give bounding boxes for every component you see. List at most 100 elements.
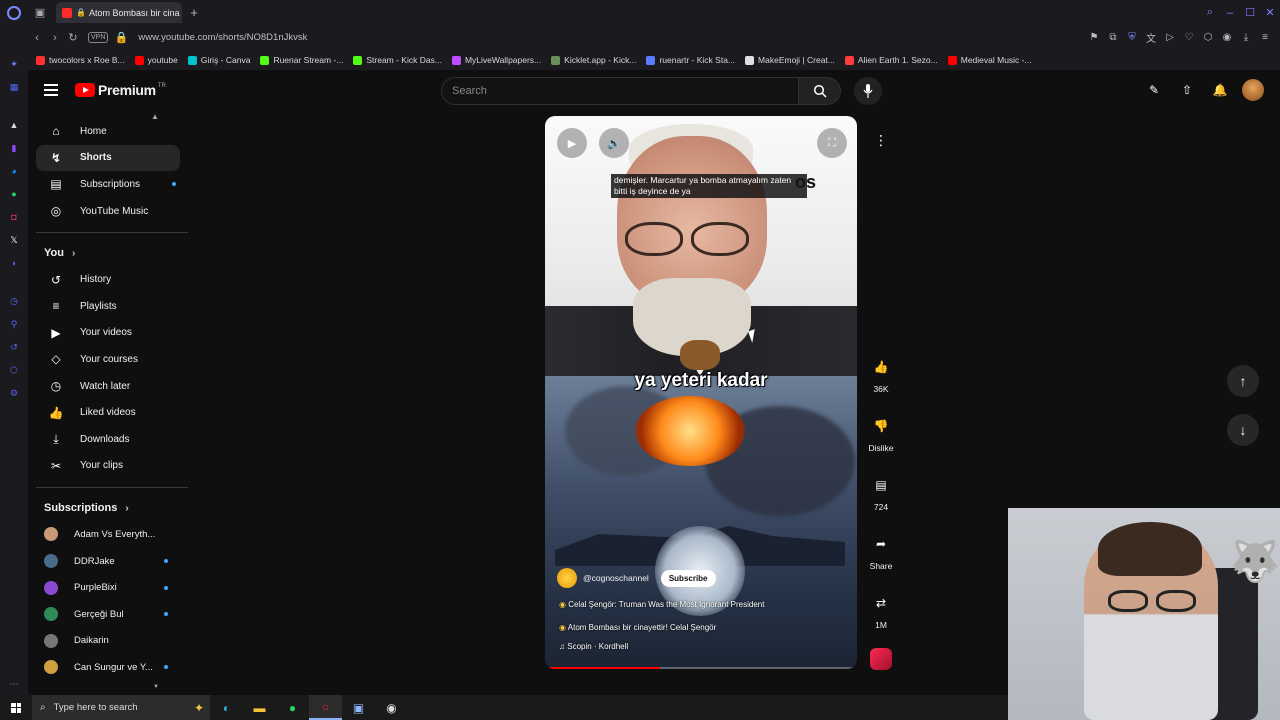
search-tabs-icon[interactable]: ⌕: [1200, 6, 1220, 19]
subscription-item[interactable]: Adam Vs Everyth...: [28, 521, 168, 548]
shield-icon[interactable]: ⛨: [1123, 32, 1141, 43]
edge-icon[interactable]: ◐: [210, 695, 243, 720]
search-input[interactable]: Search: [441, 77, 799, 105]
taskbar-search[interactable]: ⌕ Type here to search ✦: [32, 695, 210, 720]
remix-button[interactable]: ⇄ 1M: [866, 588, 896, 630]
share-button[interactable]: ➦ Share: [866, 529, 896, 571]
close-button[interactable]: ✕: [1260, 6, 1280, 19]
messenger-icon[interactable]: ◕: [7, 164, 21, 178]
forward-icon[interactable]: ›: [46, 32, 64, 44]
snapshot-icon[interactable]: ⧉: [1104, 32, 1122, 43]
sidebar-item-home[interactable]: ⌂ Home: [36, 118, 180, 145]
play-icon[interactable]: ▷: [1161, 32, 1179, 43]
vpn-badge[interactable]: VPN: [88, 32, 109, 43]
sidebar-item-youtube-music[interactable]: ◎ YouTube Music: [36, 198, 180, 225]
bookmark-item[interactable]: Medieval Music -...: [947, 55, 1032, 65]
search-button[interactable]: [799, 77, 841, 105]
maximize-button[interactable]: ☐: [1240, 6, 1260, 19]
bookmark-item[interactable]: MakeEmoji | Creat...: [745, 55, 835, 65]
sidebar-item-subscriptions[interactable]: ▤ Subscriptions: [36, 171, 180, 198]
upload-icon[interactable]: ⇧: [1176, 79, 1198, 101]
account-avatar[interactable]: [1242, 79, 1264, 101]
url-field[interactable]: www.youtube.com/shorts/NO8D1nJkvsk: [138, 32, 307, 43]
youtube-logo[interactable]: Premium TR: [75, 82, 166, 98]
twitch-icon[interactable]: ▮: [7, 141, 21, 155]
subscription-item[interactable]: DDRJake: [28, 548, 168, 575]
x-icon[interactable]: 𝕏: [7, 233, 21, 247]
file-explorer-icon[interactable]: ▬: [243, 695, 276, 720]
sidebar-item-history[interactable]: ↺ History: [36, 266, 180, 293]
bookmark-item[interactable]: MyLiveWallpapers...: [451, 55, 541, 65]
bookmark-item[interactable]: Stream - Kick Das...: [353, 55, 442, 65]
extensions-icon[interactable]: ⬡: [1199, 32, 1217, 43]
tab-active[interactable]: 🔒 Atom Bombası bir cina: [56, 2, 182, 23]
start-button[interactable]: [0, 695, 32, 720]
opera-logo-icon[interactable]: [0, 0, 28, 25]
obs-icon[interactable]: ◉: [375, 695, 408, 720]
shorts-player[interactable]: os demişler. Marcartur ya bomba atmayalı…: [545, 116, 857, 669]
bookmark-item[interactable]: Ruenar Stream -...: [260, 55, 343, 65]
subscription-item[interactable]: PurpleBixi: [28, 574, 168, 601]
reload-icon[interactable]: ↻: [64, 31, 82, 44]
sidebar-scroll-down-icon[interactable]: ▼: [153, 684, 159, 690]
channel-handle[interactable]: @cognoschannel: [583, 573, 649, 583]
bookmark-item[interactable]: youtube: [134, 55, 178, 65]
minimize-button[interactable]: –: [1220, 7, 1240, 19]
workspace-icon[interactable]: ▦: [7, 80, 21, 94]
notifications-bell-icon[interactable]: 🔔: [1209, 79, 1231, 101]
clock-icon[interactable]: ◷: [7, 294, 21, 308]
pin-icon[interactable]: ⚲: [7, 317, 21, 331]
download-icon[interactable]: ⤓: [1237, 32, 1255, 43]
video-title-line2[interactable]: ◉ Atom Bombası bir cinayettir! Celal Şen…: [559, 623, 716, 632]
create-icon[interactable]: ✎: [1143, 79, 1165, 101]
play-button[interactable]: ▶: [557, 128, 587, 158]
subscriptions-section-header[interactable]: Subscriptions ›: [28, 495, 196, 521]
sidebar-item-shorts[interactable]: ↯ Shorts: [36, 144, 180, 172]
history-icon[interactable]: ↺: [7, 340, 21, 354]
previous-short-button[interactable]: ↑: [1227, 365, 1259, 397]
volume-button[interactable]: 🔊: [599, 128, 629, 158]
sidebar-item-playlists[interactable]: ≡ Playlists: [36, 293, 180, 320]
new-tab-button[interactable]: +: [182, 5, 206, 20]
aria-icon[interactable]: ✦: [7, 57, 21, 71]
channel-avatar[interactable]: [557, 568, 577, 588]
image-app-icon[interactable]: ▣: [342, 695, 375, 720]
sidebar-item-your-videos[interactable]: ▶ Your videos: [36, 320, 180, 347]
video-title-line1[interactable]: ◉ Celal Şengör: Truman Was the Most Igno…: [559, 600, 764, 609]
sidebar-item-your-courses[interactable]: ◇ Your courses: [36, 346, 180, 373]
music-label[interactable]: ♫ Scopin · Kordhell: [559, 642, 628, 651]
sidebar-scroll-up-icon[interactable]: ▲: [151, 112, 159, 121]
bookmark-item[interactable]: Kicklet.app - Kick...: [551, 55, 636, 65]
bookmark-item[interactable]: Giriş - Canva: [187, 55, 250, 65]
sidebar-item-downloads[interactable]: ⤓ Downloads: [36, 426, 180, 453]
settings-icon[interactable]: ⚙: [7, 386, 21, 400]
bookmark-item[interactable]: twocolors x Roe B...: [36, 55, 125, 65]
discord-icon[interactable]: ◗: [7, 256, 21, 270]
bookmark-item[interactable]: ruenartr - Kick Sta...: [646, 55, 735, 65]
bookmark-item[interactable]: Alien Earth 1. Sezo...: [844, 55, 938, 65]
sidebar-more-icon[interactable]: ⋯: [7, 677, 21, 691]
fullscreen-button[interactable]: ⛶: [817, 128, 847, 158]
you-section-header[interactable]: You ›: [28, 240, 196, 266]
like-button[interactable]: 👍 36K: [866, 352, 896, 394]
whatsapp-icon[interactable]: ●: [7, 187, 21, 201]
next-short-button[interactable]: ↓: [1227, 414, 1259, 446]
translate-icon[interactable]: 文: [1142, 30, 1160, 45]
opera-taskbar-icon[interactable]: ○: [309, 695, 342, 720]
cube-icon[interactable]: ⬡: [7, 363, 21, 377]
subscription-item[interactable]: Can Sungur ve Y...: [28, 654, 168, 681]
arrow-up-icon[interactable]: ▲: [7, 118, 21, 132]
comments-button[interactable]: ▤ 724: [866, 470, 896, 512]
sidebar-item-liked-videos[interactable]: 👍 Liked videos: [36, 399, 180, 426]
subscription-item[interactable]: Gerçeği Bul: [28, 601, 168, 628]
back-icon[interactable]: ‹: [28, 32, 46, 44]
subscribe-button[interactable]: Subscribe: [660, 569, 716, 587]
sound-thumbnail[interactable]: [866, 648, 896, 670]
menu-icon[interactable]: ≡: [1256, 32, 1274, 43]
video-progress-bar[interactable]: [545, 667, 857, 669]
profile-icon[interactable]: ◉: [1218, 32, 1236, 43]
more-options-icon[interactable]: ⋮: [874, 132, 888, 149]
bookmark-icon[interactable]: ⚑: [1085, 32, 1103, 43]
voice-search-button[interactable]: [854, 77, 882, 105]
tab-workspaces-icon[interactable]: ▣: [28, 0, 52, 25]
